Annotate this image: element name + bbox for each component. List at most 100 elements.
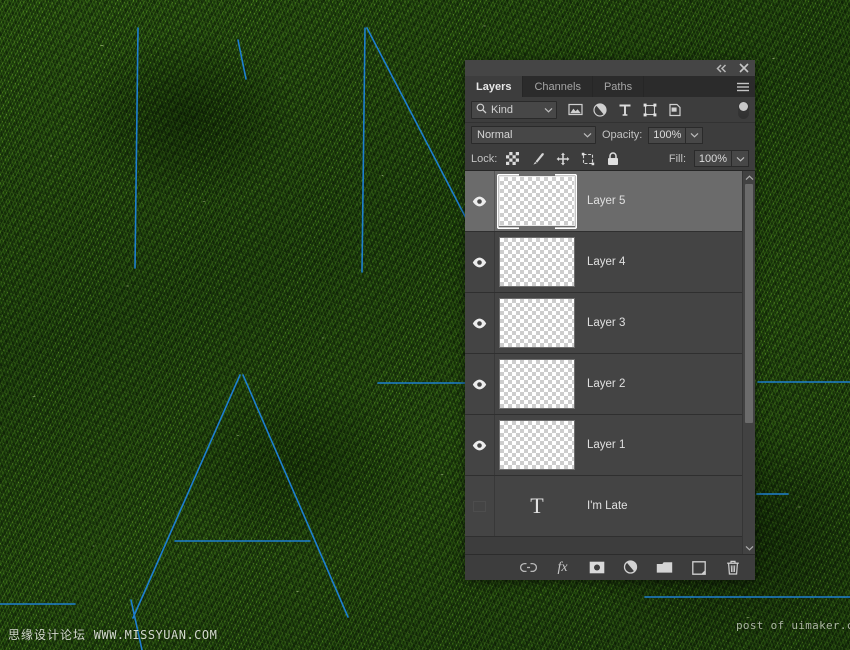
new-adjustment-layer-button[interactable] bbox=[622, 559, 639, 576]
eye-icon bbox=[472, 379, 487, 389]
fill-input[interactable]: 100% bbox=[694, 150, 732, 167]
scroll-down-icon[interactable] bbox=[743, 541, 755, 554]
layer-visibility-toggle[interactable] bbox=[465, 171, 495, 231]
layer-thumbnail[interactable] bbox=[495, 354, 579, 414]
transparent-thumbnail bbox=[499, 420, 575, 470]
eye-icon bbox=[472, 257, 487, 267]
fill-label: Fill: bbox=[668, 152, 686, 165]
lock-label: Lock: bbox=[471, 152, 498, 165]
lock-image-pixels-icon[interactable] bbox=[530, 151, 545, 166]
chevron-down-icon bbox=[544, 104, 553, 116]
smart-object-filter-icon[interactable] bbox=[667, 102, 683, 118]
filter-type-icons bbox=[567, 102, 683, 118]
pixel-layer-filter-icon[interactable] bbox=[567, 102, 583, 118]
eye-off-icon bbox=[473, 500, 486, 512]
lock-position-icon[interactable] bbox=[555, 151, 570, 166]
layer-filter-row: Kind bbox=[465, 97, 755, 123]
path-letter-a-left bbox=[132, 374, 241, 619]
blend-mode-select[interactable]: Normal bbox=[471, 126, 596, 144]
blend-mode-row: Normal Opacity: 100% bbox=[465, 123, 755, 147]
blend-mode-value: Normal bbox=[477, 129, 513, 141]
eye-icon bbox=[472, 196, 487, 206]
eye-icon bbox=[472, 440, 487, 450]
transparent-thumbnail bbox=[499, 176, 575, 226]
layer-thumbnail[interactable] bbox=[495, 415, 579, 475]
opacity-input[interactable]: 100% bbox=[648, 126, 687, 144]
layer-visibility-toggle[interactable] bbox=[465, 293, 495, 353]
layers-panel-footer: fx bbox=[465, 554, 755, 580]
filter-enable-toggle[interactable] bbox=[738, 100, 749, 119]
layer-visibility-toggle[interactable] bbox=[465, 476, 495, 536]
shape-layer-filter-icon[interactable] bbox=[642, 102, 658, 118]
path-letter-i-stem bbox=[134, 27, 139, 269]
transparent-thumbnail bbox=[499, 359, 575, 409]
photoshop-window: 思缘设计论坛 WWW.MISSYUAN.COM post of uimaker.… bbox=[0, 0, 850, 650]
layer-list-container: Layer 5 Layer 4 Layer 3 Layer 2 Layer 1 … bbox=[465, 171, 755, 554]
transparent-thumbnail bbox=[499, 298, 575, 348]
filter-kind-select[interactable]: Kind bbox=[471, 100, 557, 119]
layer-thumbnail[interactable] bbox=[495, 171, 579, 231]
tabs-spacer bbox=[644, 76, 731, 97]
transparent-thumbnail bbox=[499, 237, 575, 287]
panel-titlebar bbox=[465, 60, 755, 76]
fill-stepper-icon[interactable] bbox=[732, 150, 749, 167]
scroll-up-icon[interactable] bbox=[743, 171, 755, 184]
guide-bottom-stem bbox=[130, 599, 143, 650]
layer-name-label: Layer 3 bbox=[587, 317, 626, 329]
link-layers-button[interactable] bbox=[520, 559, 537, 576]
lock-transparency-icon[interactable] bbox=[505, 151, 520, 166]
opacity-label: Opacity: bbox=[602, 129, 643, 141]
table-row[interactable]: Layer 2 bbox=[465, 354, 742, 415]
table-row[interactable]: T I'm Late bbox=[465, 476, 742, 537]
close-icon[interactable] bbox=[737, 62, 750, 75]
hamburger-menu-icon[interactable] bbox=[731, 76, 755, 97]
layer-thumbnail[interactable]: T bbox=[495, 476, 579, 536]
layer-name-label: I'm Late bbox=[587, 500, 628, 512]
table-row[interactable]: Layer 4 bbox=[465, 232, 742, 293]
new-layer-button[interactable] bbox=[690, 559, 707, 576]
filter-kind-label: Kind bbox=[491, 103, 514, 116]
tab-channels[interactable]: Channels bbox=[523, 76, 593, 97]
layer-style-button[interactable]: fx bbox=[554, 559, 571, 576]
path-letter-n-left bbox=[361, 27, 366, 273]
layer-name-label: Layer 2 bbox=[587, 378, 626, 390]
lock-all-icon[interactable] bbox=[605, 151, 620, 166]
layer-thumbnail[interactable] bbox=[495, 232, 579, 292]
new-group-button[interactable] bbox=[656, 559, 673, 576]
add-layer-mask-button[interactable] bbox=[588, 559, 605, 576]
layer-name-label: Layer 1 bbox=[587, 439, 626, 451]
table-row[interactable]: Layer 1 bbox=[465, 415, 742, 476]
lock-artboard-icon[interactable] bbox=[580, 151, 595, 166]
delete-layer-button[interactable] bbox=[724, 559, 741, 576]
lock-buttons bbox=[505, 151, 620, 166]
path-letter-a-right bbox=[242, 374, 349, 618]
layer-visibility-toggle[interactable] bbox=[465, 232, 495, 292]
chevron-down-icon bbox=[583, 129, 592, 141]
path-letter-m-stroke bbox=[237, 39, 247, 80]
tab-paths[interactable]: Paths bbox=[593, 76, 645, 97]
adjustment-icon bbox=[623, 560, 638, 574]
opacity-control: 100% bbox=[648, 126, 704, 144]
tab-layers[interactable]: Layers bbox=[465, 76, 524, 97]
layer-name-label: Layer 4 bbox=[587, 256, 626, 268]
adjustment-layer-filter-icon[interactable] bbox=[592, 102, 608, 118]
collapse-panel-icon[interactable] bbox=[715, 62, 728, 75]
layer-visibility-toggle[interactable] bbox=[465, 354, 495, 414]
type-layer-filter-icon[interactable] bbox=[617, 102, 633, 118]
scrollbar-thumb[interactable] bbox=[745, 184, 753, 424]
opacity-stepper-icon[interactable] bbox=[686, 126, 704, 144]
trash-icon bbox=[726, 560, 739, 575]
table-row[interactable]: Layer 5 bbox=[465, 171, 742, 232]
lock-row: Lock: Fill: 100% bbox=[465, 147, 755, 171]
new-layer-icon bbox=[691, 560, 706, 575]
search-icon bbox=[476, 103, 487, 117]
tab-channels-label: Channels bbox=[534, 80, 581, 93]
layer-list-scrollbar[interactable] bbox=[742, 171, 755, 554]
layer-thumbnail[interactable] bbox=[495, 293, 579, 353]
fx-icon: fx bbox=[557, 559, 568, 575]
table-row[interactable]: Layer 3 bbox=[465, 293, 742, 354]
eye-icon bbox=[472, 318, 487, 328]
scrollbar-track[interactable] bbox=[743, 184, 755, 541]
layer-visibility-toggle[interactable] bbox=[465, 415, 495, 475]
fill-control: 100% bbox=[694, 150, 749, 167]
